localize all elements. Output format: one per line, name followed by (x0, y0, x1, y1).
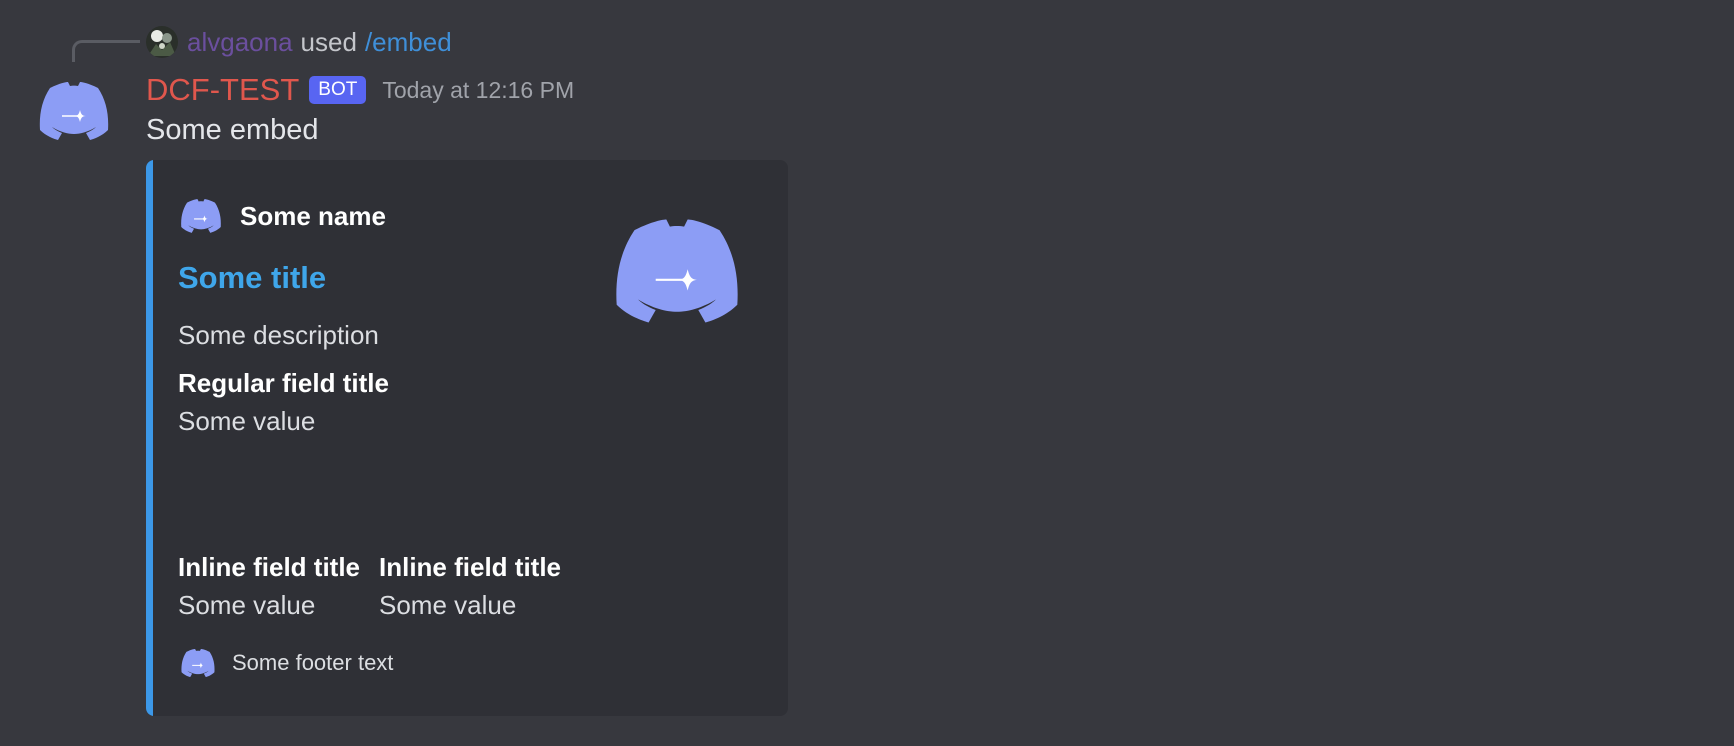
reply-avatar[interactable] (146, 26, 178, 58)
embed-field-value: Some value (178, 406, 316, 436)
embed-title-link[interactable]: Some title (178, 260, 326, 296)
embed-footer: Some footer text (178, 648, 393, 678)
command-used-line: alvgaona used /embed (146, 24, 452, 60)
embed-field-value: Some value (178, 590, 316, 620)
message-header: DCF-TEST BOT Today at 12:16 PM (146, 68, 574, 112)
reply-command-link[interactable]: /embed (365, 27, 452, 58)
embed-field-inline: Inline field title Some value (178, 550, 360, 622)
embed-field-name: Regular field title (178, 368, 389, 398)
message-timestamp[interactable]: Today at 12:16 PM (382, 77, 574, 104)
reply-spine (72, 40, 140, 62)
embed-description: Some description (178, 320, 379, 350)
discord-logo-icon (178, 648, 218, 678)
embed-field-name: Inline field title (379, 552, 562, 582)
reply-used-text: used (300, 26, 357, 57)
embed-thumbnail[interactable] (602, 216, 752, 326)
discord-logo-icon (178, 198, 224, 234)
message-author[interactable]: DCF-TEST (146, 72, 299, 108)
discord-logo-icon[interactable] (36, 80, 112, 142)
chat-message: alvgaona used /embed DCF-TEST BOT Today … (0, 0, 1734, 746)
message-content: Some embed (146, 114, 319, 146)
reply-username[interactable]: alvgaona (187, 27, 293, 58)
embed-footer-text: Some footer text (232, 650, 394, 675)
embed-accent-bar (146, 160, 153, 716)
embed-field-name: Inline field title (178, 552, 361, 582)
embed-field-value: Some value (379, 590, 517, 620)
embed-author: Some name (178, 198, 386, 234)
embed-field-regular: Regular field title Some value (178, 366, 389, 438)
embed-field-inline: Inline field title Some value (379, 550, 561, 622)
bot-badge: BOT (309, 76, 367, 104)
embed-author-name: Some name (240, 200, 386, 231)
message-embed: Some name Some title Some description Re… (146, 160, 788, 716)
